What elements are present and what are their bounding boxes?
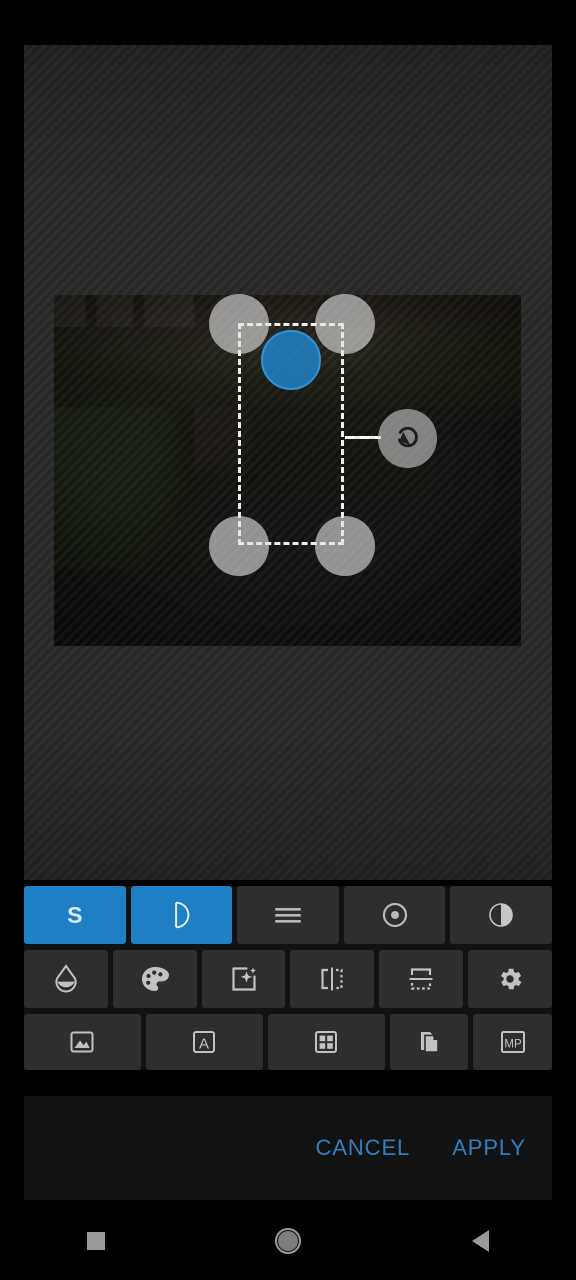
tool-panel: S A MP: [24, 886, 552, 1070]
handle-bottom-left[interactable]: [209, 516, 269, 576]
tool-row-1: S: [24, 886, 552, 944]
tool-grid[interactable]: [267, 1014, 385, 1070]
handle-bottom-right[interactable]: [315, 516, 375, 576]
handle-rotate[interactable]: [378, 409, 437, 468]
hamburger-lines-icon: [273, 904, 303, 926]
svg-text:MP: MP: [504, 1038, 522, 1050]
tool-settings[interactable]: [468, 950, 552, 1008]
tool-flip-horizontal[interactable]: [290, 950, 375, 1008]
picture-frame-icon: [68, 1028, 96, 1056]
tool-duplicate[interactable]: [389, 1014, 469, 1070]
tool-contrast[interactable]: [450, 886, 552, 944]
rotate-icon: [391, 419, 425, 458]
contrast-half-circle-icon: [487, 901, 515, 929]
rotate-connector-line: [345, 436, 381, 439]
tool-saturation[interactable]: [24, 950, 108, 1008]
circle-home-icon: [275, 1228, 301, 1254]
tool-flip-vertical[interactable]: [379, 950, 464, 1008]
half-disc-outline-icon: [166, 899, 196, 931]
editor-canvas[interactable]: [24, 45, 552, 880]
tool-text[interactable]: A: [145, 1014, 263, 1070]
nav-back-button[interactable]: [440, 1216, 520, 1266]
tool-auto-enhance[interactable]: [201, 950, 286, 1008]
tool-sharpen[interactable]: S: [24, 886, 126, 944]
tool-row-3: A MP: [24, 1014, 552, 1070]
letter-a-box-icon: A: [190, 1028, 218, 1056]
android-navigation-bar: [0, 1202, 576, 1280]
tool-denoise[interactable]: [130, 886, 233, 944]
status-bar: [0, 0, 576, 45]
copy-pages-icon: [415, 1028, 443, 1056]
nav-recents-button[interactable]: [56, 1216, 136, 1266]
action-bar: CANCEL APPLY: [24, 1096, 552, 1200]
magic-sparkle-frame-icon: [230, 965, 258, 993]
palette-icon: [140, 965, 170, 993]
tool-color[interactable]: [112, 950, 197, 1008]
four-squares-grid-icon: [312, 1028, 340, 1056]
apply-button[interactable]: APPLY: [452, 1135, 526, 1161]
app-root: S A MP CANCEL APPLY: [0, 0, 576, 1280]
svg-text:A: A: [199, 1035, 209, 1052]
tool-megapixels[interactable]: MP: [473, 1014, 552, 1070]
handle-top-left[interactable]: [209, 294, 269, 354]
tool-levels[interactable]: [237, 886, 339, 944]
handle-top-center-selected[interactable]: [261, 330, 321, 390]
letter-s-icon: S: [67, 901, 83, 928]
tool-row-2: [24, 950, 552, 1008]
triangle-back-icon: [471, 1230, 489, 1252]
circle-dot-icon: [381, 901, 409, 929]
tool-exposure[interactable]: [343, 886, 446, 944]
gear-icon: [496, 965, 524, 993]
water-drop-icon: [53, 964, 79, 994]
square-recents-icon: [87, 1232, 105, 1250]
tool-image[interactable]: [24, 1014, 141, 1070]
nav-home-button[interactable]: [248, 1216, 328, 1266]
flip-vertical-icon: [407, 965, 435, 993]
handle-top-right[interactable]: [315, 294, 375, 354]
mp-box-icon: MP: [498, 1028, 528, 1056]
flip-horizontal-icon: [318, 965, 346, 993]
cancel-button[interactable]: CANCEL: [316, 1135, 411, 1161]
